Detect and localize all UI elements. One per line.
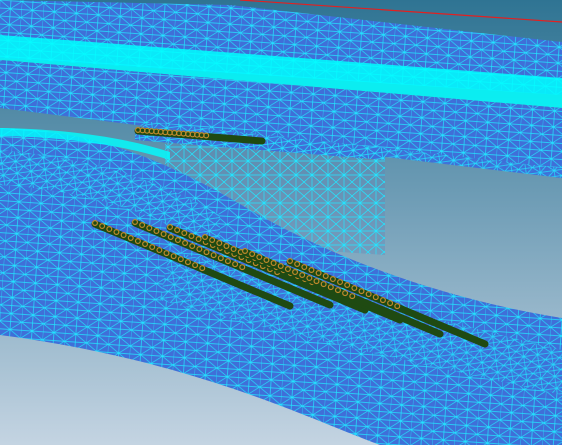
fea-scene-canvas[interactable] [0,0,562,445]
mesh-viewport[interactable] [0,0,562,445]
